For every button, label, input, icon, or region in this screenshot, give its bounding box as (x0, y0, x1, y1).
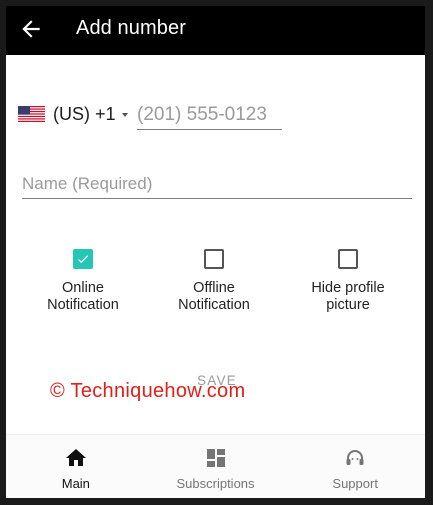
country-code-dropdown[interactable]: (US) +1 (53, 103, 128, 125)
nav-item-support[interactable]: Support (285, 435, 425, 498)
nav-item-main[interactable]: Main (6, 435, 146, 498)
bottom-navigation: Main Subscriptions Support (6, 434, 425, 498)
offline-notification-label-1: Offline (193, 280, 235, 296)
us-flag-icon[interactable] (18, 106, 45, 122)
online-notification-option[interactable]: Online Notification (28, 249, 138, 314)
nav-label-subscriptions: Subscriptions (176, 476, 255, 491)
offline-notification-option[interactable]: Offline Notification (159, 249, 269, 314)
online-notification-checkbox[interactable] (73, 249, 93, 269)
hide-profile-picture-label-2: picture (326, 297, 370, 313)
home-icon (64, 446, 88, 470)
app-screen: Add number (US) +1 Online Notification (6, 6, 425, 498)
dropdown-caret-icon (121, 113, 128, 117)
hide-profile-picture-checkbox[interactable] (338, 249, 358, 269)
hide-profile-picture-option[interactable]: Hide profile picture (293, 249, 403, 314)
page-title: Add number (76, 17, 186, 39)
headset-icon (343, 446, 367, 470)
country-code-label: (US) +1 (53, 103, 116, 124)
dashboard-icon (204, 446, 228, 470)
phone-number-input[interactable] (137, 100, 282, 130)
back-arrow-icon[interactable] (18, 16, 44, 42)
offline-notification-label-2: Notification (178, 297, 250, 313)
hide-profile-picture-label-1: Hide profile (311, 280, 385, 296)
name-input[interactable] (22, 169, 412, 199)
online-notification-label-2: Notification (47, 297, 119, 313)
nav-label-support: Support (332, 476, 378, 491)
nav-label-main: Main (61, 476, 90, 491)
online-notification-label-1: Online (62, 280, 104, 296)
watermark-text: © Techniquehow.com (50, 380, 246, 402)
nav-item-subscriptions[interactable]: Subscriptions (146, 435, 286, 498)
offline-notification-checkbox[interactable] (204, 249, 224, 269)
app-bar: Add number (6, 6, 425, 55)
